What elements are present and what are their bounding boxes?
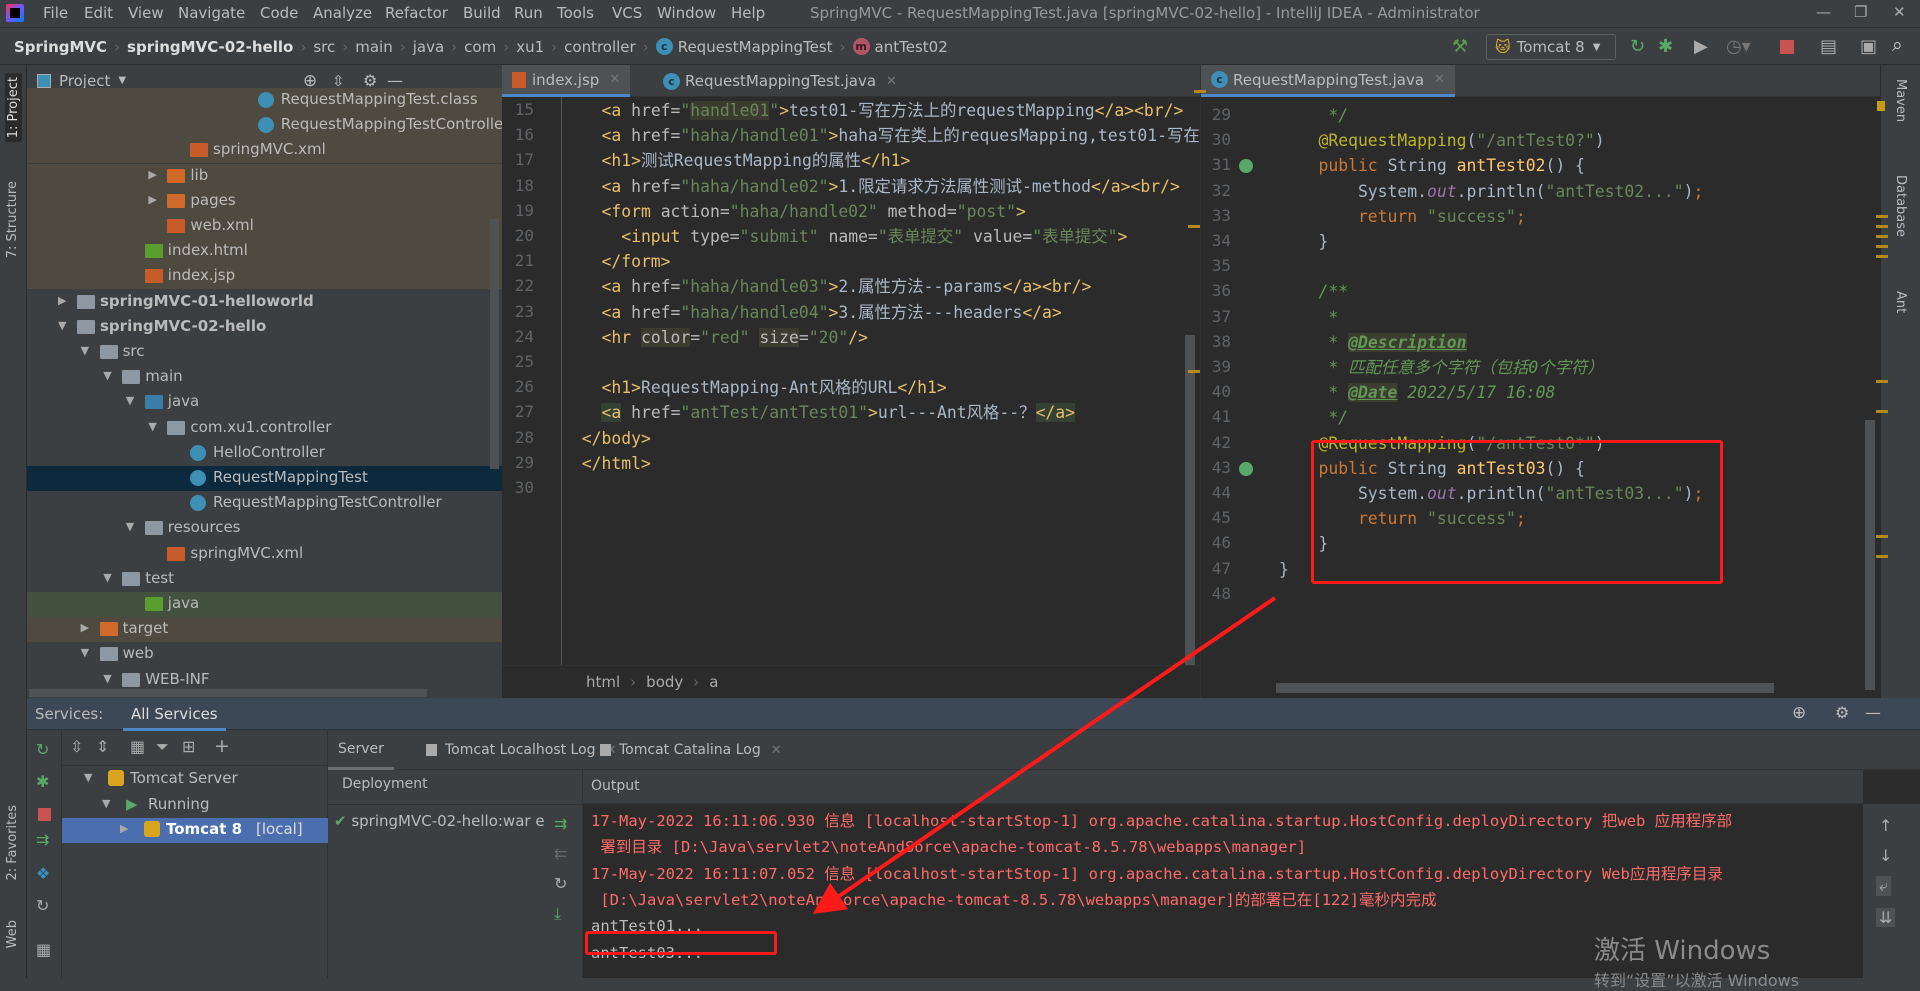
annotation-arrow xyxy=(812,596,1277,915)
warning-marker[interactable] xyxy=(1876,225,1888,228)
warning-marker[interactable] xyxy=(1876,535,1888,538)
warning-marker[interactable] xyxy=(1194,90,1206,93)
arrow-line xyxy=(812,596,1277,915)
warning-marker[interactable] xyxy=(1876,555,1888,558)
warning-marker[interactable] xyxy=(1876,410,1888,413)
warning-square[interactable] xyxy=(1877,101,1885,111)
warning-marker[interactable] xyxy=(1188,225,1200,228)
warning-marker[interactable] xyxy=(1876,380,1888,383)
warning-marker[interactable] xyxy=(1876,215,1888,218)
warning-marker[interactable] xyxy=(1876,235,1888,238)
warning-marker[interactable] xyxy=(1876,255,1888,258)
warning-marker[interactable] xyxy=(1188,370,1200,373)
warning-marker[interactable] xyxy=(1876,245,1888,248)
